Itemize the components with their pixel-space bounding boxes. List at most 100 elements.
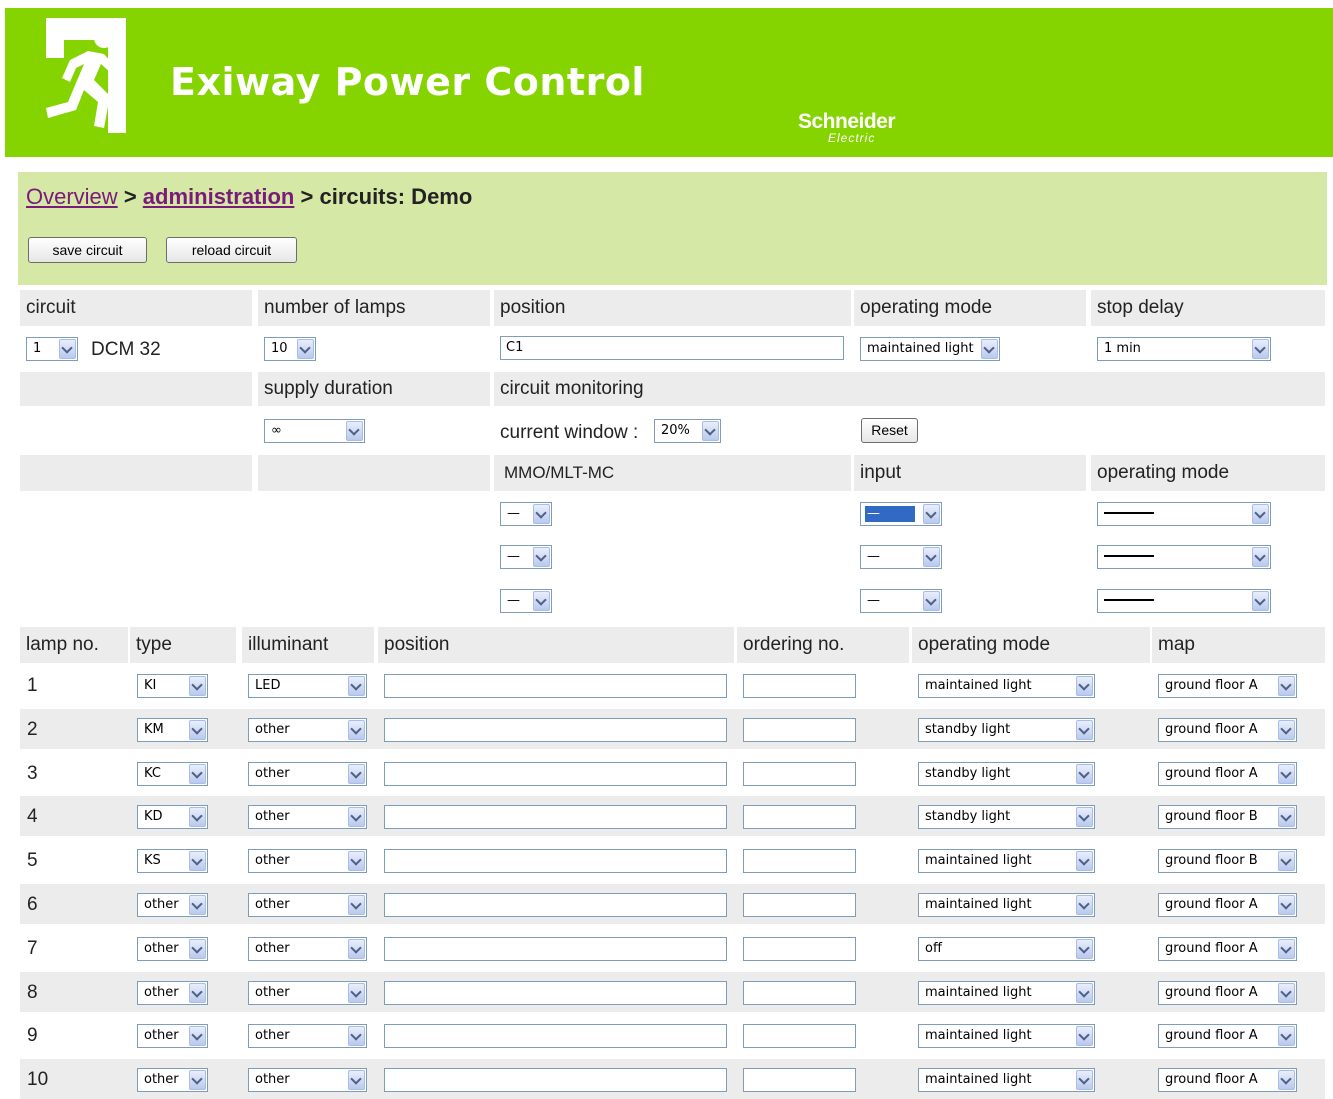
lamp-position-input[interactable] bbox=[384, 1024, 727, 1048]
lamp-number: 6 bbox=[27, 894, 38, 915]
stop-delay-select[interactable]: 1 min bbox=[1097, 337, 1271, 361]
lamp-position-input[interactable] bbox=[384, 718, 727, 742]
lamp-operating-mode-select[interactable]: maintained light bbox=[918, 981, 1095, 1005]
lamp-map-select[interactable]: ground floor A bbox=[1158, 937, 1297, 961]
lamp-map-select[interactable]: ground floor A bbox=[1158, 1068, 1297, 1092]
lamp-type-select[interactable]: KM bbox=[137, 718, 208, 742]
lamp-illuminant-select[interactable]: other bbox=[248, 718, 367, 742]
current-window-select[interactable]: 20% bbox=[654, 419, 721, 443]
lamp-illuminant-select[interactable]: other bbox=[248, 805, 367, 829]
input-select[interactable]: — bbox=[860, 589, 942, 613]
lamp-position-input[interactable] bbox=[384, 1068, 727, 1092]
chevron-down-icon bbox=[1076, 983, 1093, 1003]
empty-value-dash bbox=[1104, 598, 1154, 601]
lamp-illuminant-select[interactable]: other bbox=[248, 762, 367, 786]
circuit-operating-mode-select[interactable]: maintained light bbox=[860, 337, 1000, 361]
exit-running-man-icon bbox=[46, 18, 126, 133]
lamp-type-select[interactable]: other bbox=[137, 1024, 208, 1048]
input-operating-mode-select[interactable] bbox=[1097, 545, 1271, 569]
lamp-type-select[interactable]: KC bbox=[137, 762, 208, 786]
lamp-operating-mode-select[interactable]: maintained light bbox=[918, 849, 1095, 873]
breadcrumb-administration-link[interactable]: administration bbox=[143, 184, 295, 209]
chevron-down-icon bbox=[533, 504, 550, 524]
circuit-number-select[interactable]: 1 bbox=[26, 337, 78, 361]
reload-circuit-button[interactable]: reload circuit bbox=[166, 237, 297, 263]
chevron-down-icon bbox=[189, 676, 206, 696]
lamp-type-select[interactable]: KI bbox=[137, 674, 208, 698]
input-select[interactable]: — bbox=[860, 502, 942, 526]
lamp-operating-mode-select[interactable]: standby light bbox=[918, 762, 1095, 786]
lamp-type-select[interactable]: other bbox=[137, 937, 208, 961]
lamp-illuminant-select[interactable]: other bbox=[248, 937, 367, 961]
number-of-lamps-select[interactable]: 10 bbox=[264, 337, 316, 361]
breadcrumb-separator: > bbox=[123, 184, 137, 209]
lamp-ordering-no-input[interactable] bbox=[743, 981, 856, 1005]
lamp-ordering-no-input[interactable] bbox=[743, 849, 856, 873]
circuit-position-input[interactable]: C1 bbox=[500, 336, 844, 360]
lamp-ordering-no-input[interactable] bbox=[743, 762, 856, 786]
lamp-illuminant-select[interactable]: other bbox=[248, 981, 367, 1005]
lamp-type-select[interactable]: KS bbox=[137, 849, 208, 873]
lamp-map-select[interactable]: ground floor B bbox=[1158, 805, 1297, 829]
lamp-map-select[interactable]: ground floor A bbox=[1158, 893, 1297, 917]
input-operating-mode-select[interactable] bbox=[1097, 589, 1271, 613]
lamp-position-input[interactable] bbox=[384, 674, 727, 698]
lamp-ordering-no-input[interactable] bbox=[743, 937, 856, 961]
chevron-down-icon bbox=[1076, 764, 1093, 784]
lamp-operating-mode-select[interactable]: maintained light bbox=[918, 893, 1095, 917]
breadcrumb-separator: > bbox=[300, 184, 314, 209]
lamp-position-input[interactable] bbox=[384, 937, 727, 961]
input-operating-mode-select[interactable] bbox=[1097, 502, 1271, 526]
lamp-operating-mode-select[interactable]: off bbox=[918, 937, 1095, 961]
lamp-type-select[interactable]: other bbox=[137, 893, 208, 917]
lamp-illuminant-select[interactable]: other bbox=[248, 1068, 367, 1092]
lamp-position-input[interactable] bbox=[384, 849, 727, 873]
mmo-select[interactable]: — bbox=[500, 545, 552, 569]
lamp-illuminant-select[interactable]: other bbox=[248, 893, 367, 917]
chevron-down-icon bbox=[1278, 895, 1295, 915]
lamp-type-select[interactable]: KD bbox=[137, 805, 208, 829]
lamp-position-input[interactable] bbox=[384, 805, 727, 829]
lamp-ordering-no-input[interactable] bbox=[743, 718, 856, 742]
chevron-down-icon bbox=[1278, 807, 1295, 827]
lamp-map-select[interactable]: ground floor B bbox=[1158, 849, 1297, 873]
lamp-position-input[interactable] bbox=[384, 893, 727, 917]
header-input: input bbox=[854, 455, 1086, 491]
chevron-down-icon bbox=[1076, 895, 1093, 915]
lamp-position-input[interactable] bbox=[384, 981, 727, 1005]
lamp-position-input[interactable] bbox=[384, 762, 727, 786]
supply-duration-select[interactable]: ∞ bbox=[264, 419, 365, 443]
lamp-operating-mode-select[interactable]: maintained light bbox=[918, 674, 1095, 698]
lamp-map-select[interactable]: ground floor A bbox=[1158, 981, 1297, 1005]
lamp-ordering-no-input[interactable] bbox=[743, 674, 856, 698]
lamp-operating-mode-select[interactable]: standby light bbox=[918, 718, 1095, 742]
lamp-map-select[interactable]: ground floor A bbox=[1158, 762, 1297, 786]
chevron-down-icon bbox=[1252, 504, 1269, 524]
mmo-select[interactable]: — bbox=[500, 589, 552, 613]
input-select[interactable]: — bbox=[860, 545, 942, 569]
lamp-illuminant-select[interactable]: LED bbox=[248, 674, 367, 698]
lamp-map-select[interactable]: ground floor A bbox=[1158, 718, 1297, 742]
reset-button[interactable]: Reset bbox=[861, 418, 918, 443]
lamp-ordering-no-input[interactable] bbox=[743, 1068, 856, 1092]
save-circuit-button[interactable]: save circuit bbox=[28, 237, 147, 263]
lamp-type-select[interactable]: other bbox=[137, 1068, 208, 1092]
chevron-down-icon bbox=[348, 939, 365, 959]
lamp-number: 2 bbox=[27, 719, 38, 740]
mmo-select[interactable]: — bbox=[500, 502, 552, 526]
breadcrumb-overview-link[interactable]: Overview bbox=[26, 184, 118, 209]
toolbar: Overview > administration > circuits: De… bbox=[18, 172, 1327, 285]
lamp-illuminant-select[interactable]: other bbox=[248, 1024, 367, 1048]
lamp-ordering-no-input[interactable] bbox=[743, 893, 856, 917]
lamp-operating-mode-select[interactable]: maintained light bbox=[918, 1068, 1095, 1092]
lamp-map-select[interactable]: ground floor A bbox=[1158, 1024, 1297, 1048]
lamp-type-select[interactable]: other bbox=[137, 981, 208, 1005]
lamp-illuminant-select[interactable]: other bbox=[248, 849, 367, 873]
lamp-operating-mode-select[interactable]: standby light bbox=[918, 805, 1095, 829]
header-ordering-no: ordering no. bbox=[737, 627, 909, 663]
lamp-ordering-no-input[interactable] bbox=[743, 805, 856, 829]
lamp-ordering-no-input[interactable] bbox=[743, 1024, 856, 1048]
lamp-map-select[interactable]: ground floor A bbox=[1158, 674, 1297, 698]
chevron-down-icon bbox=[1278, 983, 1295, 1003]
lamp-operating-mode-select[interactable]: maintained light bbox=[918, 1024, 1095, 1048]
